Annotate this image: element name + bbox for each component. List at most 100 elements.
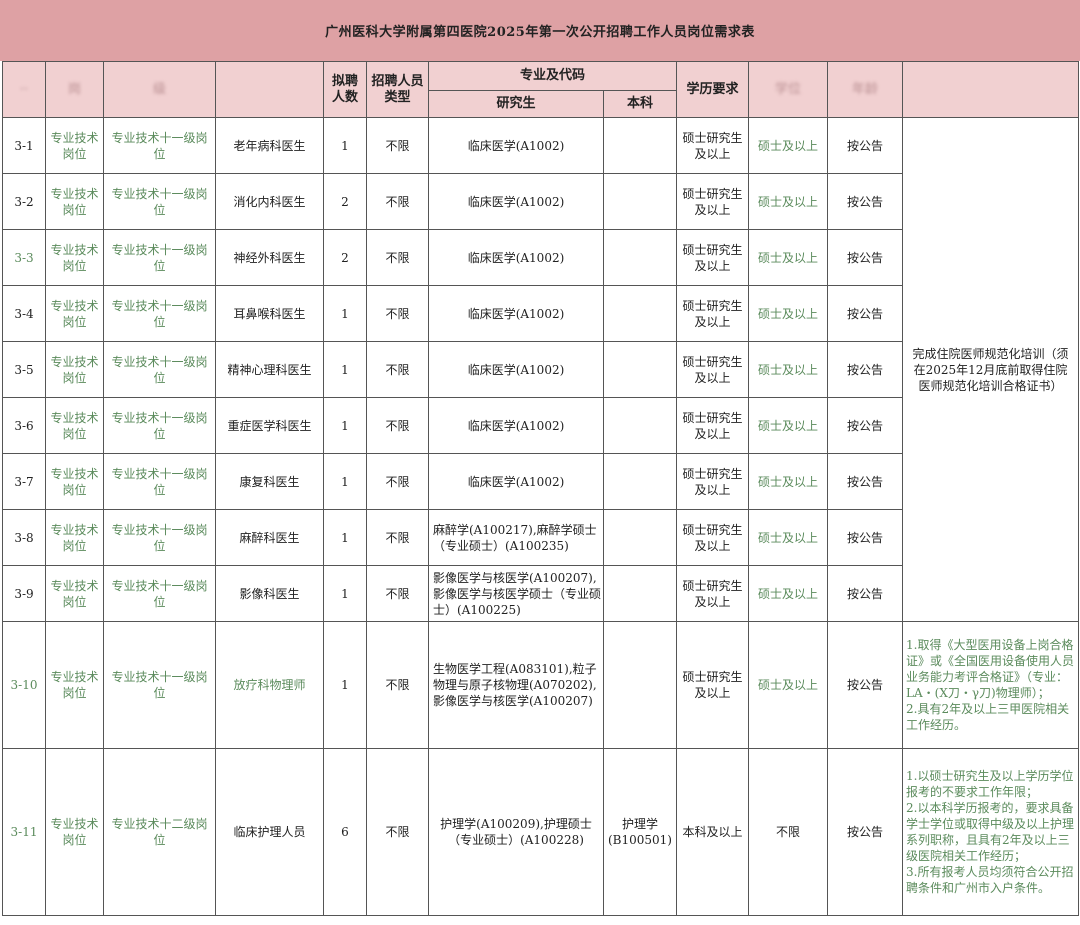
table-row: 3-11 专业技术岗位 专业技术十二级岗位 临床护理人员 6 不限 护理学(A100209)… [2, 748, 1080, 916]
position-code: 3-6 [2, 397, 46, 454]
header-bachelor: 本科 [602, 90, 678, 118]
header-major: 专业及代码 [427, 61, 678, 91]
position-level: 专业技术十一级岗位 [103, 621, 216, 749]
header-post [215, 61, 324, 118]
education-requirement: 硕士研究生及以上 [676, 453, 750, 510]
position-name: 重症医学科医生 [215, 397, 324, 454]
position-level: 专业技术十一级岗位 [103, 173, 216, 230]
position-category: 专业技术岗位 [45, 621, 104, 749]
hire-type: 不限 [366, 621, 429, 749]
header-row-1: ·· 岗 级 拟聘人数 招聘人员类型 专业及代码 学历要求 学位 年龄 [2, 61, 1080, 118]
education-requirement: 本科及以上 [676, 748, 750, 916]
position-level: 专业技术十一级岗位 [103, 509, 216, 566]
hire-count: 2 [323, 173, 367, 230]
position-level: 专业技术十一级岗位 [103, 285, 216, 342]
hire-count: 1 [323, 117, 367, 174]
graduate-major: 临床医学(A1002) [428, 173, 604, 230]
degree-requirement: 硕士及以上 [748, 397, 829, 454]
header-age: 年龄 [827, 61, 904, 118]
education-requirement: 硕士研究生及以上 [676, 173, 750, 230]
bachelor-major: 护理学(B100501) [602, 748, 678, 916]
position-name: 神经外科医生 [215, 229, 324, 286]
position-code: 3-11 [2, 748, 46, 916]
degree-requirement: 硕士及以上 [748, 509, 829, 566]
position-category: 专业技术岗位 [45, 341, 104, 398]
position-category: 专业技术岗位 [45, 748, 104, 916]
degree-requirement: 硕士及以上 [748, 453, 829, 510]
physicist-note: 1.取得《大型医用设备上岗合格证》或《全国医用设备使用人员业务能力考评合格证》（… [902, 621, 1080, 749]
hire-count: 1 [323, 621, 367, 749]
graduate-major: 临床医学(A1002) [428, 397, 604, 454]
hire-type: 不限 [366, 397, 429, 454]
header-level: 级 [103, 61, 216, 118]
position-code: 3-4 [2, 285, 46, 342]
position-code: 3-8 [2, 509, 46, 566]
hire-type: 不限 [366, 341, 429, 398]
hire-count: 6 [323, 748, 367, 916]
bachelor-major [602, 117, 678, 174]
position-category: 专业技术岗位 [45, 229, 104, 286]
table-row: 3-10 专业技术岗位 专业技术十一级岗位 放疗科物理师 1 不限 生物医学工程(A0831… [2, 621, 1080, 749]
hire-type: 不限 [366, 173, 429, 230]
degree-requirement: 硕士及以上 [748, 285, 829, 342]
nursing-note: 1.以硕士研究生及以上学历学位报考的不要求工作年限； 2.以本科学历报考的，要求… [902, 748, 1080, 916]
hire-count: 1 [323, 565, 367, 622]
graduate-major: 麻醉学(A100217),麻醉学硕士（专业硕士）(A100235) [428, 509, 604, 566]
position-code: 3-10 [2, 621, 46, 749]
bachelor-major [602, 509, 678, 566]
graduate-major: 影像医学与核医学(A100207),影像医学与核医学硕士（专业硕士）(A1002… [428, 565, 604, 622]
position-category: 专业技术岗位 [45, 397, 104, 454]
age-requirement: 按公告 [827, 173, 904, 230]
bachelor-major [602, 229, 678, 286]
degree-requirement: 硕士及以上 [748, 229, 829, 286]
hire-type: 不限 [366, 748, 429, 916]
header-code: ·· [2, 61, 46, 118]
position-code: 3-3 [2, 229, 46, 286]
position-level: 专业技术十一级岗位 [103, 453, 216, 510]
position-level: 专业技术十一级岗位 [103, 229, 216, 286]
graduate-major: 临床医学(A1002) [428, 229, 604, 286]
age-requirement: 按公告 [827, 748, 904, 916]
training-note: 完成住院医师规范化培训（须在2025年12月底前取得住院医师规范化培训合格证书） [902, 117, 1080, 622]
education-requirement: 硕士研究生及以上 [676, 285, 750, 342]
positions-table: ·· 岗 级 拟聘人数 招聘人员类型 专业及代码 学历要求 学位 年龄 研究生 … [2, 61, 1080, 916]
hire-type: 不限 [366, 453, 429, 510]
position-level: 专业技术十一级岗位 [103, 397, 216, 454]
age-requirement: 按公告 [827, 565, 904, 622]
position-name: 麻醉科医生 [215, 509, 324, 566]
bachelor-major [602, 453, 678, 510]
education-requirement: 硕士研究生及以上 [676, 565, 750, 622]
education-requirement: 硕士研究生及以上 [676, 509, 750, 566]
position-code: 3-2 [2, 173, 46, 230]
education-requirement: 硕士研究生及以上 [676, 229, 750, 286]
education-requirement: 硕士研究生及以上 [676, 341, 750, 398]
graduate-major: 临床医学(A1002) [428, 285, 604, 342]
position-level: 专业技术十一级岗位 [103, 565, 216, 622]
age-requirement: 按公告 [827, 509, 904, 566]
position-level: 专业技术十一级岗位 [103, 341, 216, 398]
age-requirement: 按公告 [827, 117, 904, 174]
age-requirement: 按公告 [827, 229, 904, 286]
position-code: 3-5 [2, 341, 46, 398]
position-code: 3-9 [2, 565, 46, 622]
bachelor-major [602, 397, 678, 454]
header-degree: 学位 [748, 61, 829, 118]
position-level: 专业技术十一级岗位 [103, 117, 216, 174]
position-category: 专业技术岗位 [45, 173, 104, 230]
education-requirement: 硕士研究生及以上 [676, 397, 750, 454]
position-category: 专业技术岗位 [45, 565, 104, 622]
graduate-major: 生物医学工程(A083101),粒子物理与原子核物理(A070202),影像医学… [428, 621, 604, 749]
position-level: 专业技术十二级岗位 [103, 748, 216, 916]
age-requirement: 按公告 [827, 621, 904, 749]
hire-type: 不限 [366, 229, 429, 286]
degree-requirement: 不限 [748, 748, 829, 916]
position-name: 耳鼻喉科医生 [215, 285, 324, 342]
page-title: 广州医科大学附属第四医院2025年第一次公开招聘工作人员岗位需求表 [0, 0, 1080, 61]
position-category: 专业技术岗位 [45, 117, 104, 174]
position-name: 康复科医生 [215, 453, 324, 510]
hire-type: 不限 [366, 565, 429, 622]
position-name: 影像科医生 [215, 565, 324, 622]
position-name: 老年病科医生 [215, 117, 324, 174]
position-name: 放疗科物理师 [215, 621, 324, 749]
header-category: 岗 [45, 61, 104, 118]
